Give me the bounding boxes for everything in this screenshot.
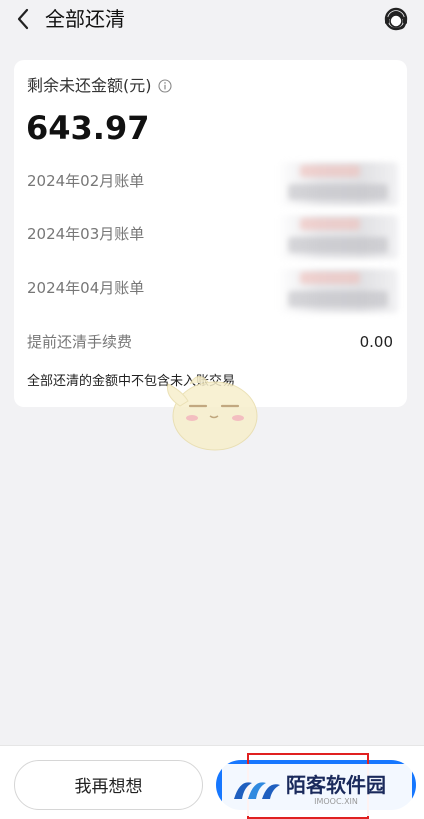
- blurred-amount: [278, 269, 398, 313]
- fee-label: 提前还清手续费: [27, 333, 133, 351]
- info-icon[interactable]: [157, 79, 172, 93]
- back-button[interactable]: [10, 6, 36, 32]
- bill-row: 2024年02月账单: [27, 162, 398, 206]
- watermark-domain: IMOOC.XIN: [314, 797, 358, 806]
- bill-label: 2024年04月账单: [27, 279, 145, 297]
- reconsider-button[interactable]: 我再想想: [14, 760, 203, 810]
- fee-value: 0.00: [359, 333, 393, 351]
- remaining-label-text: 剩余未还金额(元): [27, 76, 152, 95]
- remaining-amount-label: 剩余未还金额(元): [27, 76, 172, 96]
- customer-service-button[interactable]: [382, 5, 410, 33]
- top-bar: 全部还清: [0, 0, 424, 40]
- bill-row: 2024年04月账单: [27, 269, 398, 313]
- blurred-amount: [278, 162, 398, 206]
- headset-icon: [384, 7, 408, 31]
- chevron-left-icon: [17, 8, 29, 30]
- repayment-card: 剩余未还金额(元) 643.97 2024年02月账单 2024年03月账单 2…: [14, 60, 407, 407]
- site-watermark: 陌客软件园 IMOOC.XIN: [222, 764, 412, 816]
- watermark-name: 陌客软件园: [286, 773, 386, 797]
- remaining-amount-value: 643.97: [26, 109, 150, 147]
- bill-label: 2024年03月账单: [27, 225, 145, 243]
- bottom-action-bar: 我再想想 陌客软件园 IMOOC.XIN: [0, 745, 424, 819]
- bill-label: 2024年02月账单: [27, 172, 145, 190]
- bill-row: 2024年03月账单: [27, 215, 398, 259]
- page-title: 全部还清: [45, 7, 125, 31]
- site-logo-icon: [234, 782, 280, 799]
- mascot-watermark-icon: [167, 376, 258, 451]
- blurred-amount: [278, 215, 398, 259]
- fee-row: 提前还清手续费 0.00: [27, 331, 393, 353]
